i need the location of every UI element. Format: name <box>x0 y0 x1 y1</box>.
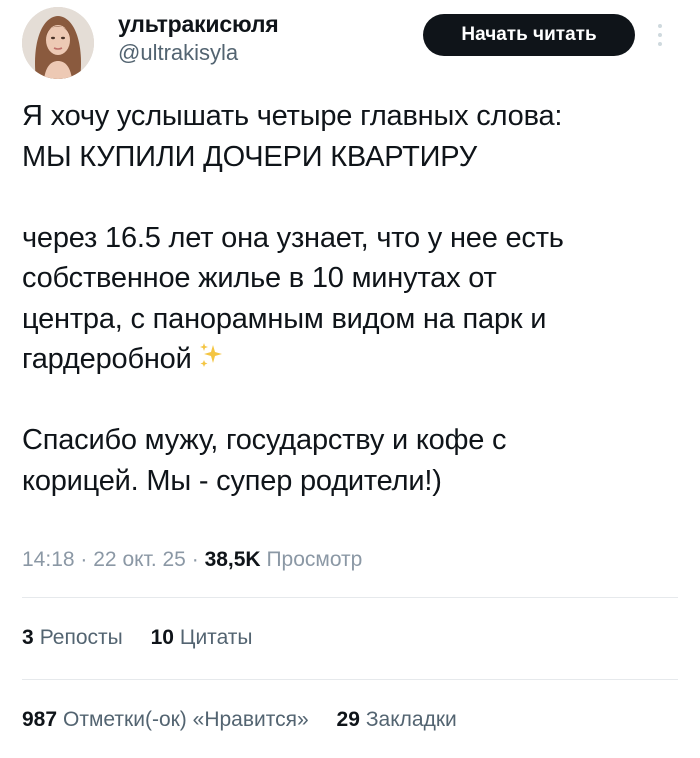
reposts-count: 3 <box>22 626 34 649</box>
divider <box>22 679 678 680</box>
bookmarks-label: Закладки <box>365 708 457 731</box>
more-vertical-icon[interactable] <box>650 20 670 50</box>
quotes-stat[interactable]: 10 Цитаты <box>151 626 253 650</box>
bookmarks-count: 29 <box>336 708 360 731</box>
follow-button[interactable]: Начать читать <box>423 14 635 56</box>
tweet-line: Я хочу услышать четыре главных слова: <box>22 100 563 132</box>
user-display-name[interactable]: ультракисюля <box>118 11 279 38</box>
bookmarks-stat[interactable]: 29 Закладки <box>337 708 457 732</box>
user-handle[interactable]: @ultrakisyla <box>118 40 238 66</box>
stats-row-shares: 3 Репосты 10 Цитаты <box>22 626 275 650</box>
tweet-line: гардеробной <box>22 343 192 375</box>
likes-count: 987 <box>22 708 58 731</box>
sparkles-icon <box>198 340 224 381</box>
divider <box>22 597 678 598</box>
views-count: 38,5K <box>204 548 261 571</box>
quotes-label: Цитаты <box>179 626 253 649</box>
tweet-line: центра, с панорамным видом на парк и <box>22 302 547 335</box>
stats-row-likes: 987 Отметки(-ок) «Нравится» 29 Закладки <box>22 708 479 732</box>
tweet-line: МЫ КУПИЛИ ДОЧЕРИ КВАРТИРУ <box>22 140 477 173</box>
quotes-count: 10 <box>150 626 174 649</box>
tweet-line: Спасибо мужу, государству и кофе с <box>22 424 507 456</box>
meta-separator: · <box>191 548 199 571</box>
tweet-line: собственное жилье в 10 минутах от <box>22 262 497 294</box>
likes-label: Отметки(-ок) «Нравится» <box>63 708 309 731</box>
likes-stat[interactable]: 987 Отметки(-ок) «Нравится» <box>22 708 309 732</box>
tweet-header: ультракисюля @ultrakisyla Начать читать <box>0 0 700 100</box>
views-label: Просмотр <box>266 548 363 571</box>
tweet-text: Я хочу услышать четыре главных слова: МЫ… <box>22 96 682 501</box>
tweet-line: корицей. Мы - супер родители!) <box>22 464 442 497</box>
tweet-time[interactable]: 14:18 <box>22 548 75 571</box>
tweet-line-with-emoji: гардеробной <box>22 339 682 380</box>
tweet-line: через 16.5 лет она узнает, что у нее ест… <box>22 221 564 254</box>
avatar[interactable] <box>22 7 94 79</box>
meta-separator: · <box>80 548 88 571</box>
reposts-stat[interactable]: 3 Репосты <box>22 626 123 650</box>
avatar-image <box>22 7 94 79</box>
tweet-meta: 14:18 · 22 окт. 25 · 38,5K Просмотр <box>22 548 362 572</box>
reposts-label: Репосты <box>39 626 123 649</box>
tweet-date[interactable]: 22 окт. 25 <box>93 548 186 571</box>
